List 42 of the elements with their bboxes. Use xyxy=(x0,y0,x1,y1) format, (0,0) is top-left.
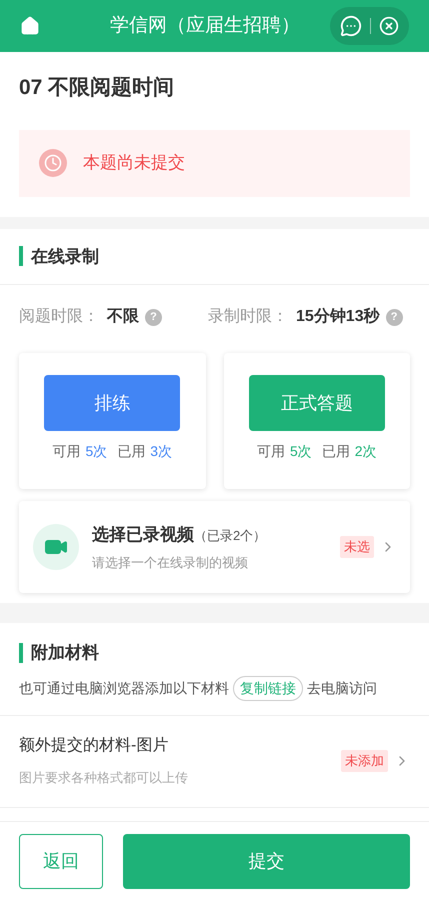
mode-button[interactable]: 排练 xyxy=(44,375,180,431)
help-icon[interactable]: ? xyxy=(386,308,403,326)
limit-value: 15分钟13秒 xyxy=(296,306,380,327)
stat-label: 可用 xyxy=(256,442,285,461)
material-item[interactable]: 额外提交的材料-图片 图片要求各种格式都可以上传 未添加 xyxy=(0,716,429,808)
stat-value: 2次 xyxy=(354,442,377,461)
section-title: 附加材料 xyxy=(31,642,99,664)
mode-button[interactable]: 正式答题 xyxy=(248,375,385,431)
section-title: 在线录制 xyxy=(31,246,99,268)
section-marker xyxy=(19,246,23,266)
video-hint: 请选择一个在线录制的视频 xyxy=(92,554,249,572)
back-button[interactable]: 返回 xyxy=(19,834,103,889)
stat-value: 5次 xyxy=(290,442,312,461)
stat-label: 可用 xyxy=(52,442,80,461)
stat-label: 已用 xyxy=(322,442,350,461)
close-icon[interactable] xyxy=(379,16,399,36)
video-card[interactable]: 选择已录视频（已录2个） 请选择一个在线录制的视频 未选 xyxy=(19,501,410,593)
limit-label: 录制时限： xyxy=(208,306,288,327)
submit-button[interactable]: 提交 xyxy=(123,834,410,889)
stat-label: 已用 xyxy=(117,442,146,461)
stat-value: 5次 xyxy=(85,442,108,461)
help-icon[interactable]: ? xyxy=(145,308,162,326)
intro-text: 也可通过电脑浏览器添加以下材料 xyxy=(19,678,229,698)
notice-text: 本题尚未提交 xyxy=(83,152,185,174)
clock-icon xyxy=(39,149,67,177)
video-camera-icon xyxy=(33,524,79,570)
status-tag: 未选 xyxy=(340,536,374,558)
stat-value: 3次 xyxy=(150,442,172,461)
material-title: 额外提交的材料-图片 xyxy=(19,736,170,756)
copy-link-button[interactable]: 复制链接 xyxy=(233,676,303,700)
more-icon[interactable] xyxy=(340,15,362,37)
video-title: 选择已录视频 xyxy=(92,524,194,546)
question-title: 07 不限阅题时间 xyxy=(19,75,176,101)
limit-label: 阅题时限： xyxy=(19,306,99,327)
home-icon[interactable] xyxy=(20,16,40,36)
intro-text: 去电脑访问 xyxy=(307,678,377,698)
limit-value: 不限 xyxy=(107,307,139,327)
status-tag: 未添加 xyxy=(341,750,388,772)
video-count: （已录2个） xyxy=(194,526,266,544)
window-title: 学信网（应届生招聘） xyxy=(109,14,301,38)
section-marker xyxy=(19,642,23,663)
material-hint: 图片要求各种格式都可以上传 xyxy=(19,769,189,788)
